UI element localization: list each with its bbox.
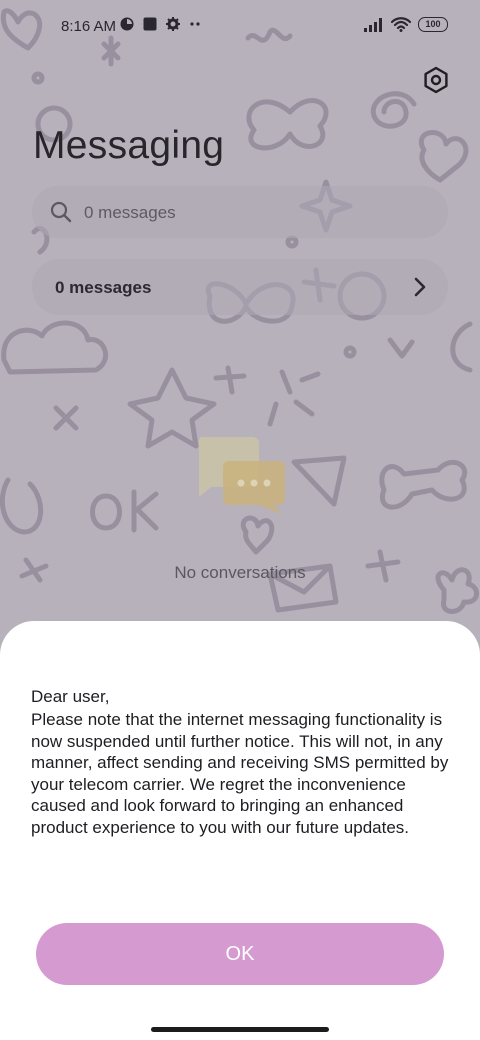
butterfly-doodle — [246, 98, 329, 151]
data-saver-icon — [120, 17, 134, 31]
heart-doodle-2 — [419, 130, 469, 183]
ok-doodle — [90, 489, 159, 533]
home-indicator[interactable] — [151, 1027, 329, 1032]
search-icon — [50, 201, 72, 223]
battery-icon: 100 — [418, 17, 448, 32]
heart-doodle-3 — [240, 515, 275, 555]
dot-doodle — [31, 71, 45, 85]
dot-doodle-3 — [343, 345, 357, 359]
x-doodle — [53, 405, 79, 431]
search-box[interactable] — [32, 186, 448, 240]
dialog-body: Please note that the internet messaging … — [31, 710, 449, 837]
more-dots-icon — [190, 22, 200, 26]
messages-row[interactable]: 0 messages — [32, 259, 448, 315]
messages-row-label: 0 messages — [55, 278, 152, 297]
status-right-icons: 100 — [364, 17, 448, 32]
search-input[interactable] — [82, 186, 416, 240]
page-title: Messaging — [33, 124, 225, 167]
chevron-right-icon — [414, 277, 426, 297]
empty-state-text: No conversations — [174, 563, 306, 582]
status-time: 8:16 AM — [61, 18, 117, 35]
moon-doodle — [450, 321, 473, 373]
ok-button[interactable]: OK — [36, 923, 444, 985]
signal-icon — [364, 17, 382, 32]
status-bar: 8:16 AM 100 — [0, 0, 480, 56]
chat-bubbles-icon — [198, 437, 285, 515]
sparkle-lines-doodle — [267, 369, 321, 427]
notice-dialog: Dear user, Please note that the internet… — [0, 621, 480, 1040]
sparkle-doodle-2 — [387, 337, 415, 359]
gear-icon — [166, 17, 180, 31]
arrow-box-doodle — [291, 455, 347, 507]
spiral-doodle — [370, 91, 417, 129]
arrow-doodle — [213, 365, 247, 395]
cloud-doodle — [1, 320, 109, 375]
notification-square-icon — [143, 17, 157, 31]
big-star-doodle — [127, 367, 217, 449]
status-left-icons — [120, 17, 201, 31]
face-doodle — [0, 477, 44, 535]
dialog-greeting: Dear user, — [31, 687, 110, 706]
bow-doodle-2 — [379, 459, 467, 510]
settings-button[interactable] — [422, 66, 450, 94]
wifi-icon — [391, 17, 411, 32]
gear-hexagon-icon — [424, 66, 448, 94]
